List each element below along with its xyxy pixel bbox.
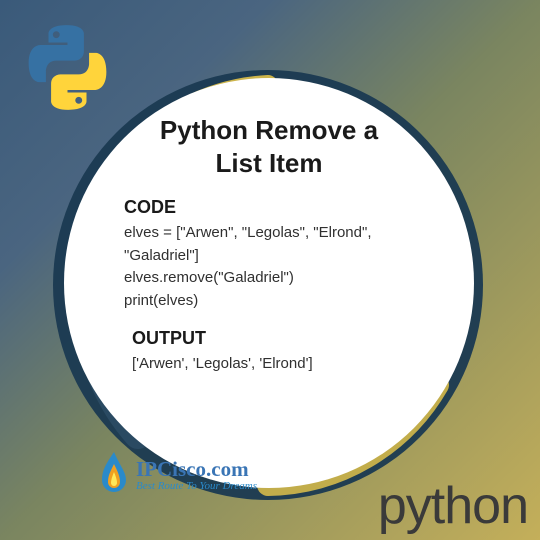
output-block: ['Arwen', 'Legolas', 'Elrond']: [132, 353, 313, 376]
title-line-2: List Item: [216, 148, 323, 178]
brand-logo: IPCisco.com Best Route To Your Dreams: [96, 450, 257, 498]
code-line: elves = ["Arwen", "Legolas", "Elrond",: [124, 224, 372, 241]
content-card: Python Remove a List Item CODE elves = […: [64, 78, 474, 488]
page-title: Python Remove a List Item: [160, 114, 378, 179]
python-wordmark: python: [378, 476, 528, 536]
code-line: "Galadriel"]: [124, 247, 199, 264]
python-logo-icon: [20, 20, 115, 115]
flame-icon: [96, 450, 132, 498]
code-line: elves.remove("Galadriel"): [124, 269, 294, 286]
brand-name: IPCisco.com: [136, 457, 257, 482]
title-line-1: Python Remove a: [160, 115, 378, 145]
brand-tagline: Best Route To Your Dreams: [136, 480, 257, 492]
brand-text: IPCisco.com Best Route To Your Dreams: [136, 457, 257, 492]
output-label: OUTPUT: [132, 328, 206, 349]
output-line: ['Arwen', 'Legolas', 'Elrond']: [132, 355, 313, 372]
code-label: CODE: [124, 197, 176, 218]
code-block: elves = ["Arwen", "Legolas", "Elrond", "…: [124, 222, 372, 312]
code-line: print(elves): [124, 292, 198, 309]
